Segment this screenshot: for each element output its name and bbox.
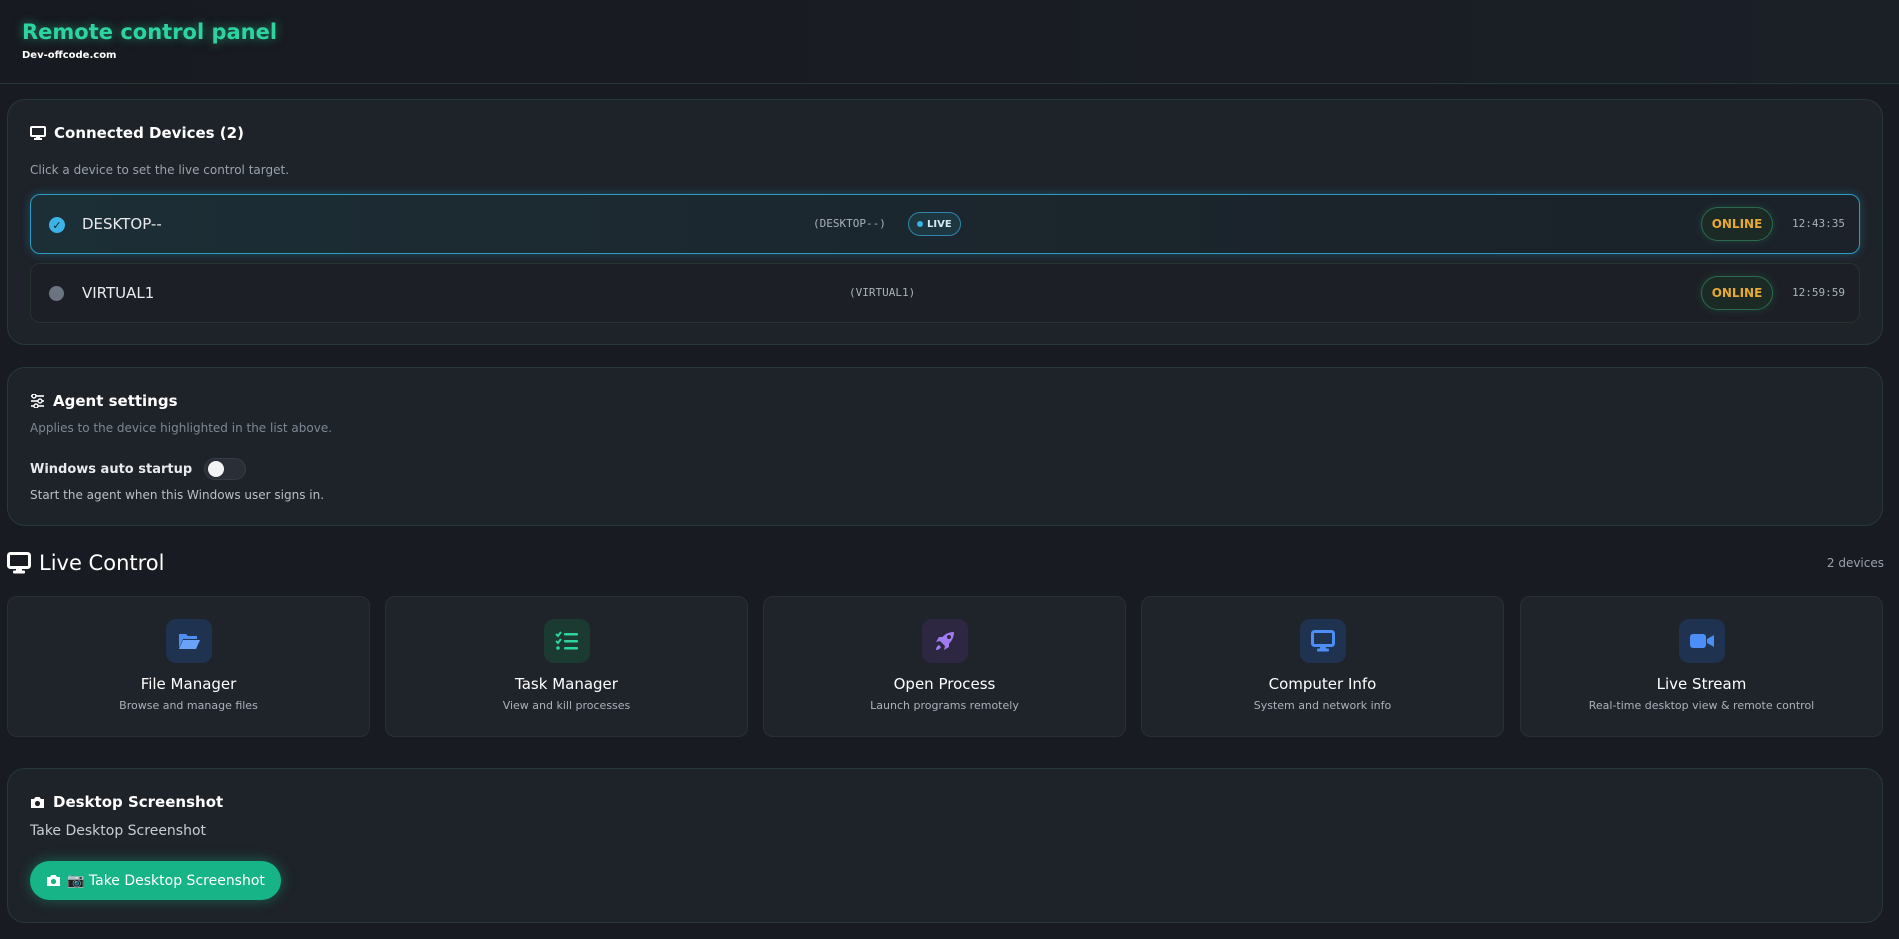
device-row-virtual1[interactable]: VIRTUAL1 (VIRTUAL1) ONLINE 12:59:59 (30, 263, 1860, 323)
file-manager-tile[interactable]: File Manager Browse and manage files (7, 596, 370, 737)
camera-icon (47, 875, 60, 886)
live-badge-label: LIVE (927, 218, 952, 230)
task-manager-tile[interactable]: Task Manager View and kill processes (385, 596, 748, 737)
take-screenshot-button-label: 📷 Take Desktop Screenshot (67, 872, 265, 889)
device-host: (VIRTUAL1) (849, 286, 916, 299)
desktop-icon (30, 126, 46, 140)
device-count: 2 devices (1826, 556, 1884, 570)
tile-title: File Manager (140, 675, 237, 693)
devices-hint: Click a device to set the live control t… (30, 163, 290, 177)
agent-settings-card: Agent settings Applies to the device hig… (7, 367, 1883, 526)
connected-devices-title-text: Connected Devices (2) (54, 124, 244, 142)
agent-hint: Applies to the device highlighted in the… (30, 421, 333, 435)
connected-devices-title: Connected Devices (2) (30, 124, 244, 142)
sliders-icon (31, 394, 44, 408)
tile-title: Task Manager (515, 675, 618, 693)
app-header: Remote control panel Dev-offcode.com (0, 0, 1899, 84)
monitor-icon (1299, 619, 1346, 663)
device-name: VIRTUAL1 (82, 284, 155, 302)
folder-open-icon (165, 619, 212, 663)
device-host: (DESKTOP--) (813, 217, 886, 230)
device-time: 12:59:59 (1792, 286, 1845, 299)
live-dot-icon (917, 221, 923, 227)
tile-description: Browse and manage files (119, 699, 258, 712)
live-stream-tile[interactable]: Live Stream Real-time desktop view & rem… (1520, 596, 1883, 737)
auto-startup-toggle[interactable] (204, 458, 247, 480)
auto-startup-hint: Start the agent when this Windows user s… (30, 488, 325, 502)
desktop-screenshot-card: Desktop Screenshot Take Desktop Screensh… (7, 768, 1883, 923)
device-time: 12:43:35 (1792, 217, 1845, 230)
open-process-tile[interactable]: Open Process Launch programs remotely (763, 596, 1126, 737)
agent-settings-title: Agent settings (30, 392, 178, 410)
video-icon (1678, 619, 1725, 663)
screenshot-title: Desktop Screenshot (30, 793, 223, 811)
list-check-icon (543, 619, 590, 663)
computer-info-tile[interactable]: Computer Info System and network info (1141, 596, 1504, 737)
status-badge: ONLINE (1701, 207, 1773, 241)
tile-description: View and kill processes (502, 699, 631, 712)
tile-description: Launch programs remotely (870, 699, 1019, 712)
status-badge: ONLINE (1701, 276, 1773, 310)
tile-title: Computer Info (1268, 675, 1377, 693)
tile-description: System and network info (1253, 699, 1392, 712)
screenshot-label: Take Desktop Screenshot (30, 823, 207, 839)
selected-check-icon: ✓ (49, 217, 65, 233)
tile-title: Live Stream (1656, 675, 1747, 693)
take-screenshot-button[interactable]: 📷 Take Desktop Screenshot (30, 861, 281, 900)
device-name: DESKTOP-- (82, 215, 162, 233)
monitor-icon (7, 552, 31, 574)
live-badge: LIVE (908, 212, 961, 236)
tile-title: Open Process (893, 675, 996, 693)
tile-description: Real-time desktop view & remote control (1588, 699, 1815, 712)
auto-startup-label: Windows auto startup (30, 461, 193, 477)
connected-devices-card: Connected Devices (2) Click a device to … (7, 99, 1883, 345)
app-subtitle: Dev-offcode.com (22, 50, 117, 61)
agent-settings-title-text: Agent settings (53, 392, 178, 410)
app-title: Remote control panel (22, 20, 278, 44)
camera-icon (31, 796, 44, 808)
toggle-knob (208, 461, 225, 477)
live-control-title: Live Control (39, 551, 165, 575)
device-row-desktop[interactable]: ✓ DESKTOP-- (DESKTOP--) LIVE ONLINE 12:4… (30, 194, 1860, 254)
live-control-heading: Live Control (7, 551, 164, 575)
screenshot-title-text: Desktop Screenshot (53, 793, 224, 811)
unselected-dot-icon (49, 286, 64, 301)
rocket-icon (921, 619, 968, 663)
auto-startup-row: Windows auto startup (30, 458, 247, 480)
